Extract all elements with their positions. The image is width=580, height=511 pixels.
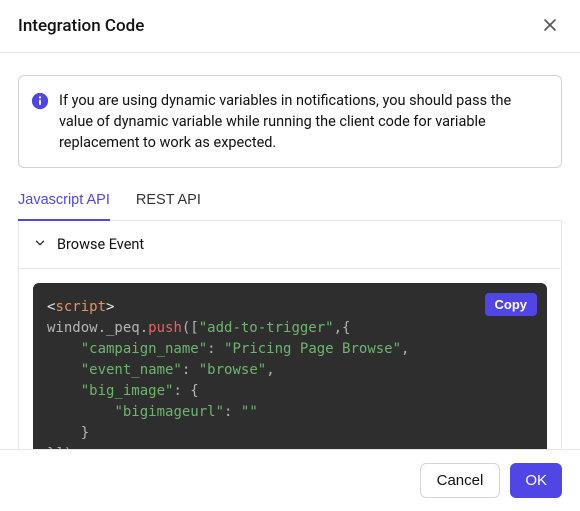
ok-button[interactable]: OK: [510, 463, 562, 498]
cancel-button[interactable]: Cancel: [420, 463, 501, 498]
chevron-down-icon: [33, 235, 47, 254]
code-content: <script> window._peq.push(["add-to-trigg…: [47, 297, 533, 465]
section-title: Browse Event: [57, 236, 144, 253]
info-banner: If you are using dynamic variables in no…: [18, 75, 562, 168]
close-icon: [542, 17, 558, 36]
dialog-title: Integration Code: [18, 16, 144, 36]
info-text: If you are using dynamic variables in no…: [59, 90, 545, 153]
tab-javascript-api[interactable]: Javascript API: [18, 182, 110, 220]
copy-button[interactable]: Copy: [485, 293, 538, 316]
tabs: Javascript API REST API: [18, 182, 562, 221]
dialog-footer: Cancel OK: [0, 449, 580, 511]
close-button[interactable]: [538, 14, 562, 38]
section-toggle[interactable]: Browse Event: [19, 221, 561, 269]
tab-rest-api[interactable]: REST API: [136, 182, 201, 220]
info-icon: [31, 92, 49, 114]
